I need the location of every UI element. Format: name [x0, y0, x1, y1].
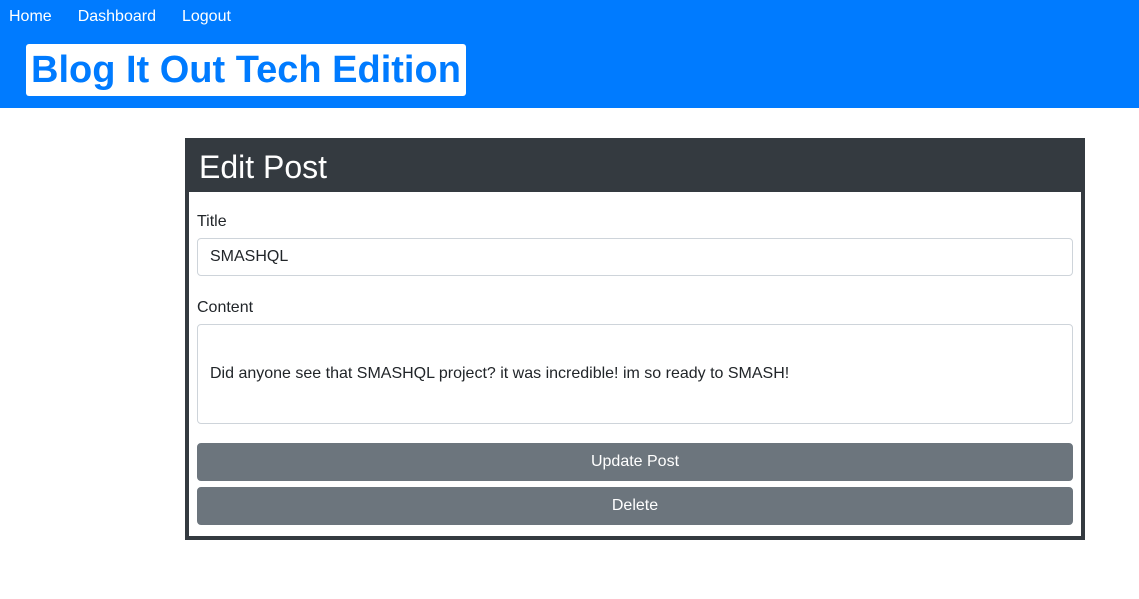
update-post-button[interactable]: Update Post	[197, 443, 1073, 481]
nav-link-logout[interactable]: Logout	[182, 7, 231, 26]
nav-links: Home Dashboard Logout	[9, 7, 257, 26]
content-textarea[interactable]: Did anyone see that SMASHQL project? it …	[197, 324, 1073, 424]
delete-post-button[interactable]: Delete	[197, 487, 1073, 525]
edit-post-card: Edit Post Title SMASHQL Content Did anyo…	[185, 138, 1085, 540]
nav-link-home[interactable]: Home	[9, 7, 52, 26]
card-header-title: Edit Post	[189, 142, 1081, 192]
title-input[interactable]: SMASHQL	[197, 238, 1073, 276]
top-navbar: Home Dashboard Logout Blog It Out Tech E…	[0, 0, 1139, 108]
title-label: Title	[197, 213, 227, 230]
site-title: Blog It Out Tech Edition	[26, 44, 466, 96]
content-text: Did anyone see that SMASHQL project? it …	[210, 365, 790, 382]
nav-link-dashboard[interactable]: Dashboard	[78, 7, 156, 26]
content-label: Content	[197, 299, 254, 316]
